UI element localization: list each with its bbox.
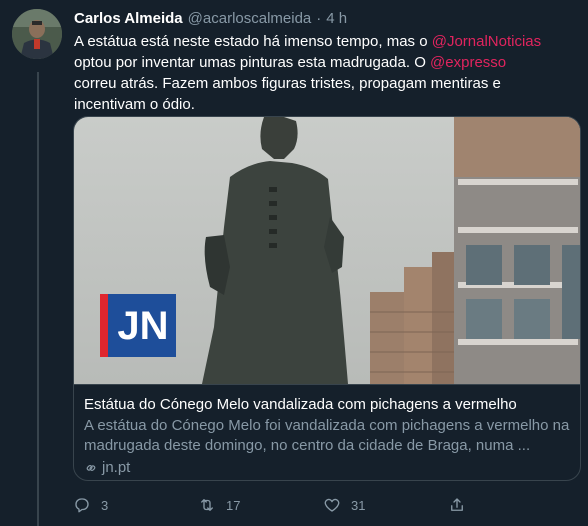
like-count: 31: [351, 497, 366, 513]
card-link: jn.pt: [84, 458, 572, 478]
tweet-text-part: optou por inventar umas pinturas esta ma…: [74, 54, 431, 71]
link-icon: [86, 465, 96, 471]
card-body: Estátua do Cónego Melo vandalizada com p…: [74, 384, 580, 480]
avatar[interactable]: [12, 9, 62, 59]
card-image: JN: [74, 117, 580, 384]
tweet-text-part: correu atrás. Fazem ambos figuras triste…: [74, 75, 501, 113]
mention-expresso[interactable]: @expresso: [430, 54, 506, 71]
card-description: A estátua do Cónego Melo foi vandalizada…: [84, 417, 570, 454]
heart-icon: [324, 498, 340, 512]
tweet-actions: 3 17 31: [73, 494, 503, 516]
reply-button[interactable]: 3: [73, 496, 198, 514]
share-button[interactable]: [448, 496, 466, 514]
retweet-icon: [201, 499, 213, 511]
like-button[interactable]: 31: [323, 496, 448, 514]
tweet-text: A estátua está neste estado há imenso te…: [74, 31, 574, 115]
retweet-button[interactable]: 17: [198, 496, 323, 514]
mention-jornalnoticias[interactable]: @JornalNoticias: [432, 33, 541, 50]
tweet-text-part: A estátua está neste estado há imenso te…: [74, 33, 432, 50]
reply-icon: [75, 498, 89, 513]
tweet-header: Carlos Almeida @acarloscalmeida · 4 h: [74, 10, 347, 30]
retweet-count: 17: [226, 497, 241, 513]
thread-line: [37, 72, 39, 526]
user-handle[interactable]: @acarloscalmeida: [188, 10, 312, 27]
avatar-photo: [12, 9, 62, 59]
link-card[interactable]: JN Estátua do Cónego Melo vandalizada co…: [73, 116, 581, 481]
reply-count: 3: [101, 497, 109, 513]
tweet-time[interactable]: 4 h: [326, 10, 347, 27]
share-icon: [451, 498, 463, 511]
jn-logo: JN: [117, 304, 169, 348]
display-name[interactable]: Carlos Almeida: [74, 10, 183, 27]
card-domain: jn.pt: [102, 459, 131, 476]
separator-dot: ·: [316, 10, 322, 27]
card-title: Estátua do Cónego Melo vandalizada com p…: [84, 396, 517, 413]
